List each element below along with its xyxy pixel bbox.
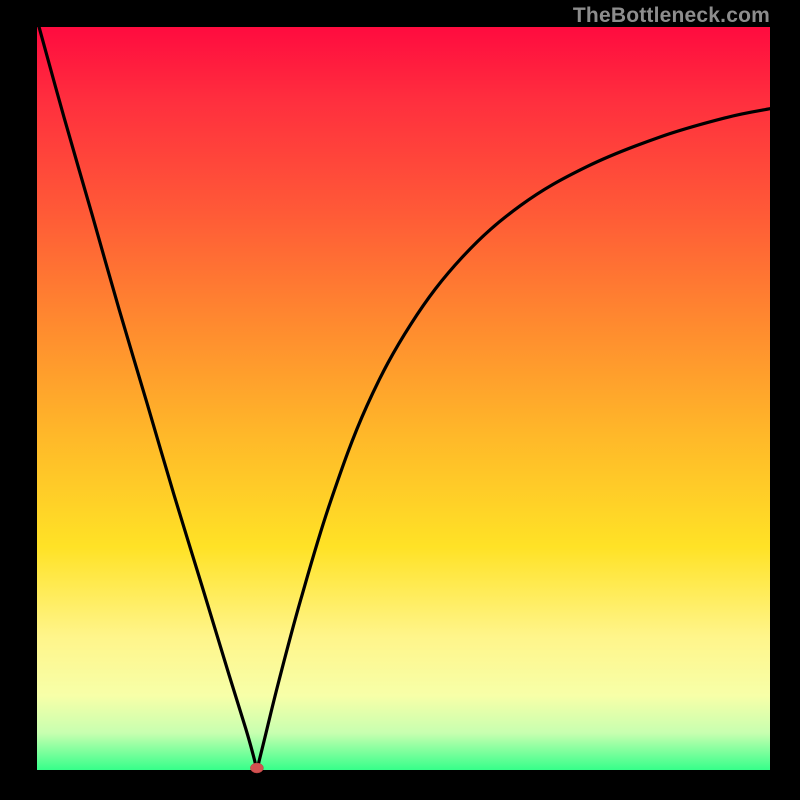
curve-right-branch <box>257 109 770 770</box>
bottleneck-curve <box>37 27 770 770</box>
plot-area <box>37 27 770 770</box>
chart-frame: TheBottleneck.com <box>0 0 800 800</box>
vertex-marker <box>250 763 263 773</box>
curve-left-branch <box>37 20 257 770</box>
watermark-text: TheBottleneck.com <box>573 4 770 28</box>
